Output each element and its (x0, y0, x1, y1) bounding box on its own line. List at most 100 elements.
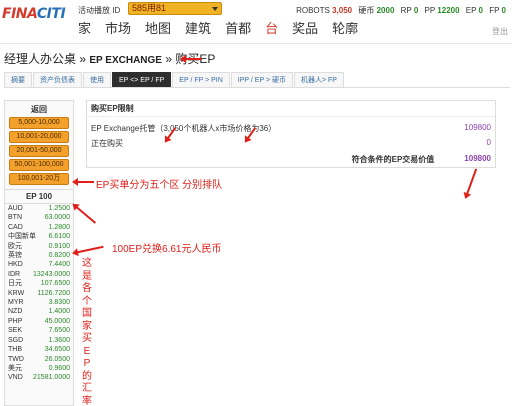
limit-value: 109800 (464, 123, 491, 132)
rate-value: 1.4000 (48, 308, 70, 316)
limit-label: EP Exchange托管（3,050个机器人x市场价格为36） (91, 124, 277, 133)
tab-ep-pin[interactable]: EP / FP > PIN (172, 72, 230, 87)
rate-row: THB 34.6500 (5, 345, 73, 354)
nav-home[interactable]: 家 (78, 20, 91, 38)
nav-desk[interactable]: 台 (265, 20, 278, 38)
rate-value: 63.0000 (44, 214, 70, 222)
breadcrumb-sep: » (76, 52, 90, 66)
limit-label: 正在购买 (91, 139, 123, 148)
rate-value: 26.0500 (44, 355, 70, 363)
range-button[interactable]: 10,001-20,000 (9, 131, 69, 143)
back-button[interactable]: 返回 (5, 104, 73, 115)
ep-rate-header: EP 100 (5, 189, 73, 204)
annotation-arrow (73, 245, 104, 254)
rate-currency: IDR (8, 270, 21, 278)
rate-row: NZD 1.4000 (5, 307, 73, 316)
nav-profile[interactable]: 轮廓 (332, 20, 358, 38)
rate-currency: NZD (8, 308, 23, 316)
annotation-vertical: 这是各个国家买EP的汇率 (80, 258, 94, 406)
stat-coins-label: 硬币 (358, 6, 375, 15)
tab-summary[interactable]: 摘要 (4, 72, 32, 87)
breadcrumb-ep-exchange[interactable]: EP EXCHANGE (89, 55, 162, 66)
nav-map[interactable]: 地图 (145, 20, 171, 38)
rate-currency: SEK (8, 327, 23, 335)
nav-market[interactable]: 市场 (105, 20, 131, 38)
logo-text-1: FINA (2, 6, 37, 22)
tab-robots-fp[interactable]: 机器人> FP (293, 72, 344, 87)
total-row: 符合条件的EP交易价值 109800 (91, 154, 491, 165)
nav-buildings[interactable]: 建筑 (185, 20, 211, 38)
rate-value: 34.6500 (44, 346, 70, 354)
stat-rp-value: 0 (413, 6, 419, 15)
logout-link[interactable]: 登出 (492, 26, 508, 37)
rate-currency: 中国新单 (8, 233, 36, 241)
rate-row: SGD 1.3600 (5, 336, 73, 345)
rate-value: 107.6500 (40, 280, 70, 288)
live-id-select[interactable]: 585用81 (128, 2, 222, 15)
tab-bar: 摘要 资产负债表 使用 EP <> EP / FP EP / FP > PIN … (4, 72, 510, 88)
rate-value: 21581.0000 (33, 374, 70, 382)
range-button[interactable]: 20,001-50,000 (9, 145, 69, 157)
rate-currency: HKD (8, 261, 23, 269)
rate-row: HKD 7.4400 (5, 260, 73, 269)
rate-value: 45.0000 (44, 317, 70, 325)
rate-currency: CAD (8, 223, 23, 231)
rate-value: 1126.7200 (37, 289, 70, 297)
stat-rp-label: RP (400, 6, 412, 15)
range-button[interactable]: 5,000-10,000 (9, 117, 69, 129)
rate-currency: TWD (8, 355, 24, 363)
rate-currency: AUD (8, 205, 23, 212)
rate-row: AUD 1.2500 (5, 204, 73, 213)
rate-row: SEK 7.6500 (5, 326, 73, 335)
nav-capital[interactable]: 首都 (225, 20, 251, 38)
rate-row: BTN 63.0000 (5, 213, 73, 222)
range-button[interactable]: 100,001-20万 (9, 173, 69, 185)
rate-row: 中国新单 6.6100 (5, 232, 73, 241)
rate-row: VND 21581.0000 (5, 373, 73, 382)
rate-row: MYR 3.8300 (5, 298, 73, 307)
annotation-vertical-text: 这是各个国家买EP的汇率 (82, 258, 92, 406)
left-panel: 返回 5,000-10,000 10,001-20,000 20,001-50,… (4, 100, 74, 406)
tab-ipp-coins[interactable]: IPP / EP > 硬币 (230, 72, 293, 87)
rate-value: 0.9100 (48, 242, 70, 250)
rate-value: 0.8200 (48, 252, 70, 260)
stat-ep-value: 0 (478, 6, 483, 15)
rate-row: 日元 107.6500 (5, 279, 73, 288)
total-value: 109800 (464, 154, 491, 163)
main-nav: 家 市场 地图 建筑 首都 台 奖品 轮廓 (78, 20, 372, 38)
rate-row: 欧元 0.9100 (5, 242, 73, 251)
finaciti-logo[interactable]: FINACITI (2, 6, 66, 22)
tab-use[interactable]: 使用 (83, 72, 111, 87)
top-header: FINACITI 活动播放 ID 585用81 ROBOTS 3,050 硬币 … (0, 0, 512, 44)
limit-value: 0 (486, 138, 491, 147)
chevron-down-icon (212, 7, 218, 11)
rate-row: CAD 1.2800 (5, 223, 73, 232)
limit-row: 正在购买 0 (91, 138, 491, 149)
rate-value: 6.6100 (48, 233, 70, 241)
limits-panel: 购买EP限制 EP Exchange托管（3,050个机器人x市场价格为36） … (86, 100, 496, 168)
rate-currency: PHP (8, 317, 23, 325)
annotation-rmb: 100EP兑换6.61元人民币 (112, 244, 222, 255)
stat-fp-label: FP (489, 6, 500, 15)
rate-currency: MYR (8, 299, 24, 307)
rate-value: 1.3600 (48, 336, 70, 344)
rate-value: 1.2800 (48, 223, 70, 231)
range-button[interactable]: 50,001-100,000 (9, 159, 69, 171)
stat-fp-value: 0 (501, 6, 506, 15)
rate-row: IDR 13243.0000 (5, 270, 73, 279)
live-id-value: 585用81 (132, 3, 167, 13)
rate-value: 7.6500 (48, 327, 70, 335)
tab-balance-sheet[interactable]: 资产负债表 (33, 72, 82, 87)
rate-currency: BTN (8, 214, 22, 222)
breadcrumb-desk[interactable]: 经理人办公桌 (4, 52, 76, 66)
total-label: 符合条件的EP交易价值 (351, 155, 435, 164)
tab-ep-fp[interactable]: EP <> EP / FP (112, 72, 172, 87)
annotation-arrow (72, 178, 94, 186)
rate-currency: 欧元 (8, 242, 22, 250)
rate-value: 3.8300 (48, 299, 70, 307)
annotation-arrow (180, 55, 202, 63)
nav-prizes[interactable]: 奖品 (292, 20, 318, 38)
rate-value: 13243.0000 (33, 270, 70, 278)
rate-list: AUD 1.2500 BTN 63.0000 CAD 1.2800 中国新单 6.6100 欧元… (5, 204, 73, 383)
annotation-split: EP买单分为五个区 分别排队 (96, 180, 223, 191)
